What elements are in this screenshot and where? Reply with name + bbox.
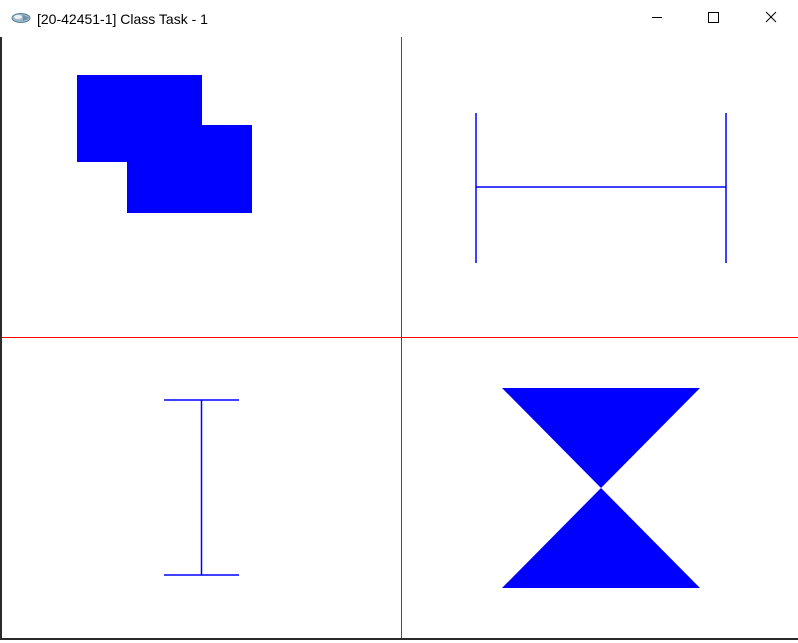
hourglass-bottom-triangle <box>502 488 700 588</box>
hourglass-shape <box>502 388 700 588</box>
app-window: [20-42451-1] Class Task - 1 <box>0 0 798 640</box>
hourglass-top-triangle <box>502 388 700 488</box>
window-title: [20-42451-1] Class Task - 1 <box>37 11 208 27</box>
rectangle-lower <box>127 125 252 213</box>
opengl-app-icon[interactable] <box>11 11 31 25</box>
close-icon <box>765 10 777 28</box>
title-bar[interactable]: [20-42451-1] Class Task - 1 <box>0 0 798 37</box>
canvas-svg <box>2 37 798 638</box>
overlapping-rectangles-shape <box>77 75 252 213</box>
minimize-button[interactable] <box>634 0 680 37</box>
vertical-i-beam-shape <box>164 399 239 576</box>
maximize-icon <box>707 10 719 28</box>
horizontal-i-beam-shape <box>475 113 727 263</box>
close-button[interactable] <box>748 0 794 37</box>
maximize-button[interactable] <box>690 0 736 37</box>
drawing-canvas[interactable] <box>2 37 798 638</box>
minimize-icon <box>651 10 663 28</box>
